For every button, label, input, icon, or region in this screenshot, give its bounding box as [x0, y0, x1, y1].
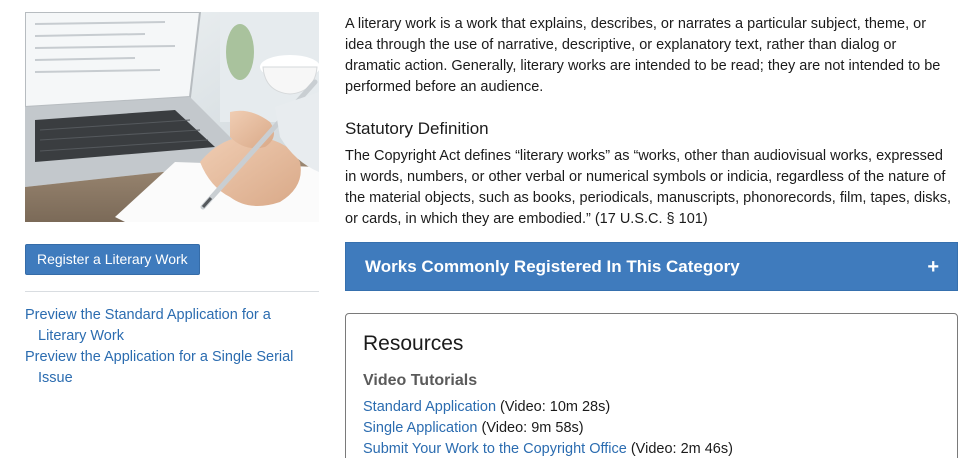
hero-illustration	[25, 12, 319, 222]
submit-work-video-link[interactable]: Submit Your Work to the Copyright Office	[363, 441, 627, 457]
standard-application-video-link[interactable]: Standard Application	[363, 399, 496, 415]
statutory-definition-heading: Statutory Definition	[345, 119, 489, 138]
video-duration: (Video: 2m 46s)	[626, 441, 733, 457]
hero-image-laptop-writing	[25, 12, 319, 222]
intro-paragraph: A literary work is a work that explains,…	[345, 16, 941, 95]
video-tutorials-list: Standard Application (Video: 10m 28s) Si…	[363, 397, 940, 458]
resources-title: Resources	[363, 332, 464, 355]
video-duration: (Video: 9m 58s)	[477, 420, 584, 436]
accordion-title: Works Commonly Registered In This Catego…	[365, 256, 740, 276]
preview-single-serial-link[interactable]: Preview the Application for a Single Ser…	[25, 349, 293, 386]
list-item: Single Application (Video: 9m 58s)	[363, 418, 940, 439]
register-literary-work-button[interactable]: Register a Literary Work	[25, 244, 200, 275]
statutory-definition-text: The Copyright Act defines “literary work…	[345, 148, 952, 227]
works-registered-accordion[interactable]: Works Commonly Registered In This Catego…	[345, 242, 958, 291]
divider	[25, 291, 319, 292]
list-item: Preview the Application for a Single Ser…	[25, 347, 321, 389]
single-application-video-link[interactable]: Single Application	[363, 420, 477, 436]
resources-box: Resources Video Tutorials Standard Appli…	[345, 313, 958, 458]
list-item: Standard Application (Video: 10m 28s)	[363, 397, 940, 418]
preview-links-list: Preview the Standard Application for a L…	[25, 305, 321, 389]
plus-icon: +	[927, 255, 939, 278]
video-tutorials-subtitle: Video Tutorials	[363, 372, 478, 389]
preview-standard-application-link[interactable]: Preview the Standard Application for a L…	[25, 307, 271, 344]
video-duration: (Video: 10m 28s)	[496, 399, 611, 415]
list-item: Preview the Standard Application for a L…	[25, 305, 321, 347]
list-item: Submit Your Work to the Copyright Office…	[363, 439, 940, 458]
